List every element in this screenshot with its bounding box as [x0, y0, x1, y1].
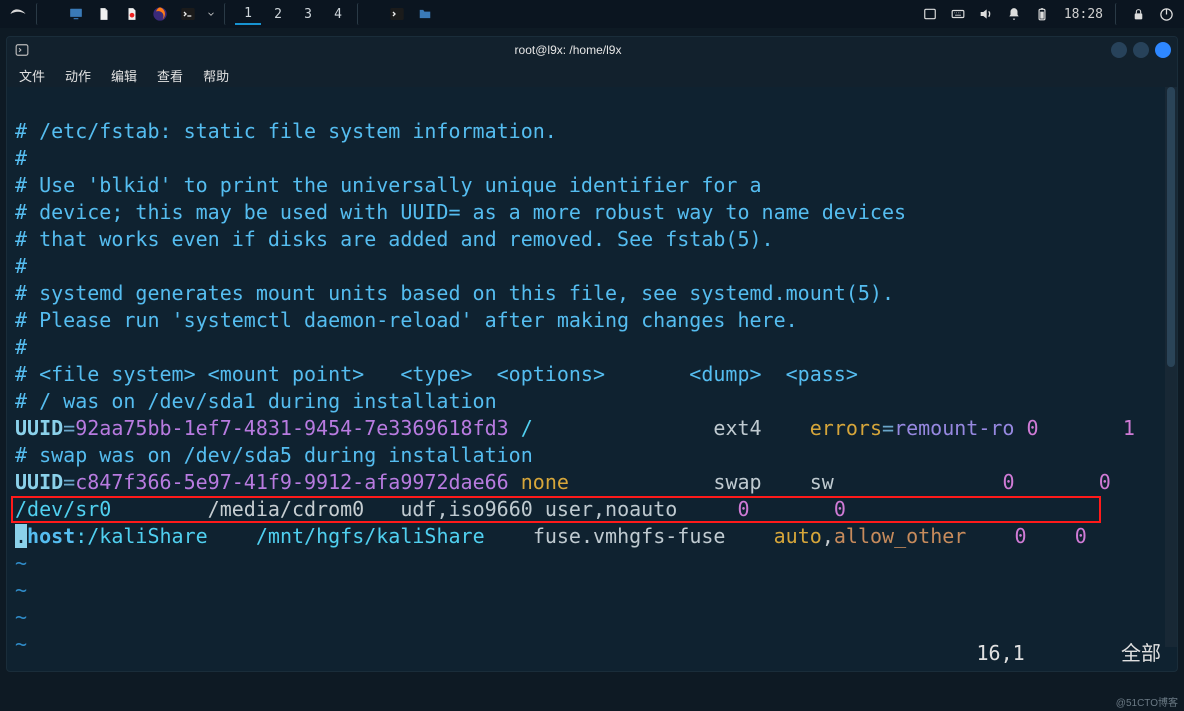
window-title: root@l9x: /home/l9x — [31, 43, 1105, 57]
scrollbar-thumb[interactable] — [1167, 87, 1175, 367]
fstab-comment: # that works even if disks are added and… — [15, 227, 774, 251]
menu-view[interactable]: 查看 — [149, 64, 191, 87]
fstab-swap-entry: UUID=c847f366-5e97-41f9-9912-afa9972dae6… — [15, 470, 1111, 494]
os-taskbar: 1 2 3 4 18:28 — [0, 0, 1184, 28]
fstab-comment: # systemd generates mount units based on… — [15, 281, 894, 305]
maximize-button[interactable] — [1133, 42, 1149, 58]
close-button[interactable] — [1155, 42, 1171, 58]
panel-separator — [1115, 3, 1122, 25]
menu-edit[interactable]: 编辑 — [103, 64, 145, 87]
fstab-cdrom-entry: /dev/sr0 /media/cdrom0 udf,iso9660 user,… — [15, 497, 846, 521]
fstab-comment: # / was on /dev/sda1 during installation — [15, 389, 497, 413]
minimize-button[interactable] — [1111, 42, 1127, 58]
fstab-comment: # swap was on /dev/sda5 during installat… — [15, 443, 533, 467]
fstab-comment: # — [15, 254, 27, 278]
workspace-4[interactable]: 4 — [325, 3, 351, 25]
power-icon[interactable] — [1154, 3, 1178, 25]
vim-status: 16,1 全部 — [977, 640, 1162, 667]
panel-separator — [224, 3, 231, 25]
files-icon[interactable] — [92, 3, 116, 25]
clock[interactable]: 18:28 — [1058, 7, 1109, 22]
workspace-1[interactable]: 1 — [235, 3, 261, 25]
terminal-icon[interactable] — [176, 3, 200, 25]
panel-separator — [357, 3, 381, 25]
menu-file[interactable]: 文件 — [11, 64, 53, 87]
fstab-root-entry: UUID=92aa75bb-1ef7-4831-9454-7e3369618fd… — [15, 416, 1135, 440]
fstab-comment: # <file system> <mount point> <type> <op… — [15, 362, 858, 386]
vim-tilde: ~ — [15, 605, 27, 629]
terminal-body[interactable]: # /etc/fstab: static file system informa… — [7, 87, 1177, 671]
terminal-app-icon — [13, 43, 31, 57]
panel-separator — [36, 3, 60, 25]
desktop-icon[interactable] — [64, 3, 88, 25]
scrollbar[interactable] — [1165, 87, 1177, 647]
vim-tilde: ~ — [15, 551, 27, 575]
fstab-comment: # — [15, 335, 27, 359]
running-files-icon[interactable] — [413, 3, 437, 25]
menubar: 文件 动作 编辑 查看 帮助 — [7, 63, 1177, 87]
terminal-window: root@l9x: /home/l9x 文件 动作 编辑 查看 帮助 # /et… — [6, 36, 1178, 672]
fstab-comment: # /etc/fstab: static file system informa… — [15, 119, 557, 143]
kali-menu-icon[interactable] — [6, 3, 30, 25]
menu-action[interactable]: 动作 — [57, 64, 99, 87]
tray-window-icon[interactable] — [918, 3, 942, 25]
keyboard-icon[interactable] — [946, 3, 970, 25]
fstab-comment: # device; this may be used with UUID= as… — [15, 200, 906, 224]
titlebar[interactable]: root@l9x: /home/l9x — [7, 37, 1177, 63]
fstab-comment: # — [15, 146, 27, 170]
kali-doc-icon[interactable] — [120, 3, 144, 25]
running-terminal-icon[interactable] — [385, 3, 409, 25]
battery-icon[interactable] — [1030, 3, 1054, 25]
vim-tilde: ~ — [15, 578, 27, 602]
fstab-hgfs-entry: .host:/kaliShare /mnt/hgfs/kaliShare fus… — [15, 524, 1087, 548]
vim-tilde: ~ — [15, 632, 27, 656]
firefox-icon[interactable] — [148, 3, 172, 25]
workspace-3[interactable]: 3 — [295, 3, 321, 25]
fstab-comment: # Please run 'systemctl daemon-reload' a… — [15, 308, 798, 332]
lock-icon[interactable] — [1126, 3, 1150, 25]
notifications-icon[interactable] — [1002, 3, 1026, 25]
workspace-2[interactable]: 2 — [265, 3, 291, 25]
watermark: @51CTO博客 — [1116, 694, 1178, 709]
menu-help[interactable]: 帮助 — [195, 64, 237, 87]
fstab-comment: # Use 'blkid' to print the universally u… — [15, 173, 762, 197]
chevron-down-icon[interactable] — [204, 3, 218, 25]
sound-icon[interactable] — [974, 3, 998, 25]
